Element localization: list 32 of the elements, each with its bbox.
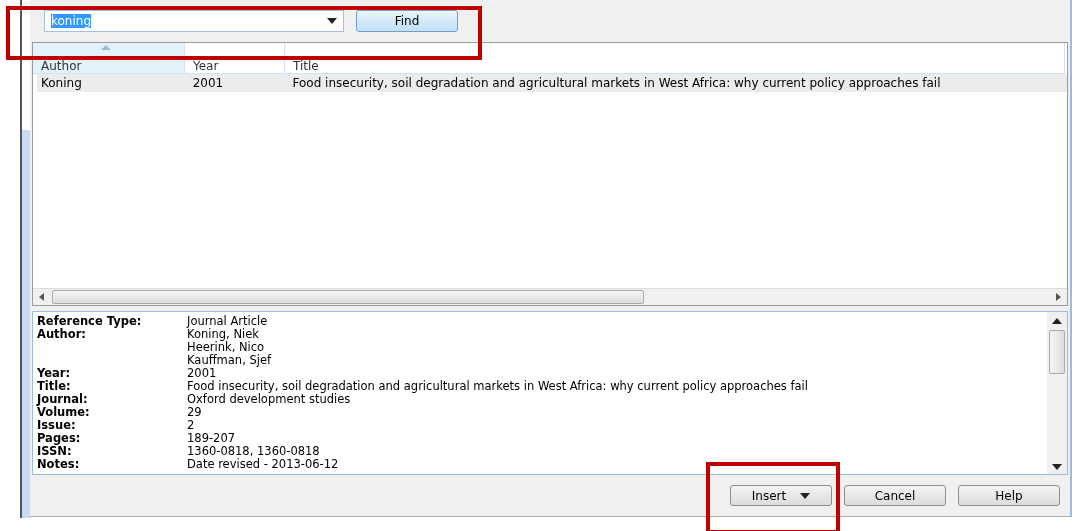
dialog-button[interactable]: Cancel [844,485,946,506]
field-value: Oxford development studies [187,393,351,406]
field-value: Heerink, Nico [187,341,266,354]
field-value: Journal Article [187,315,269,328]
field-value: 1360-0818, 1360-0818 [187,445,321,458]
field-label: Volume: [37,406,91,419]
column-header[interactable]: Title [285,43,1065,74]
field-label: Notes: [37,458,81,471]
field-value: Kauffman, Sjef [187,354,273,367]
field-value: 189-207 [187,432,237,445]
field-value: 29 [187,406,203,419]
search-text: koning [51,14,92,28]
field-label: ISSN: [37,445,72,458]
table-cell-text: 2001 [191,76,225,90]
field-value: Food insecurity, soil degradation and agricultural markets in West Africa: why current policy approaches fail [187,380,809,393]
table-row[interactable]: Koning 2001 Food insecurity, soil degradation and agricultural markets in West Africa: why current policy approaches fail [37,74,1067,92]
table-cell-text: Food insecurity, soil degradation and agricultural markets in West Africa: why current policy approaches fail [291,76,942,90]
dialog-button[interactable]: Help [958,485,1060,506]
field-label: Title: [37,380,72,393]
field-value: Date revised - 2013-06-12 [187,458,340,471]
field-value: 2 [187,419,196,432]
field-label: Reference Type: [37,315,143,328]
field-value: 2001 [187,367,218,380]
field-label: Pages: [37,432,82,445]
field-label: Journal: [37,393,88,406]
table-cell-text: Koning [40,76,83,90]
insert-split-button[interactable]: Insert [730,485,832,506]
field-label: Year: [37,367,72,380]
field-value: Koning, Niek [187,328,259,341]
find-button[interactable]: Find [356,10,458,32]
field-label: Issue: [37,419,77,432]
field-label: Author: [37,328,87,343]
